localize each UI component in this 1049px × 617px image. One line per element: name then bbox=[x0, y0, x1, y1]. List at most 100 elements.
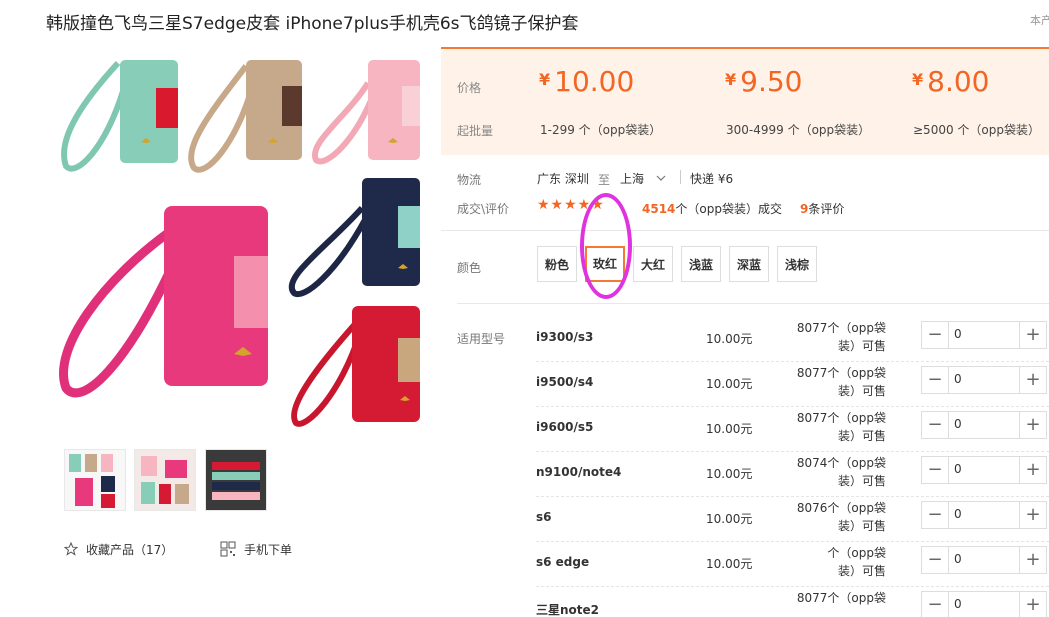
table-row: s6 10.00元 8076个（opp袋装）可售 − + bbox=[536, 497, 1049, 542]
stock-line-2: 装）可售 bbox=[837, 339, 886, 353]
stock-line-2: 装）可售 bbox=[837, 474, 886, 488]
red-case-image bbox=[291, 306, 420, 427]
review-suffix: 条评价 bbox=[808, 202, 845, 216]
quantity-stepper: − + bbox=[921, 366, 1047, 394]
khaki-case-image bbox=[188, 60, 302, 173]
price-panel: 价格 起批量 ¥10.00 ¥9.50 ¥8.00 1-299 个（opp袋装）… bbox=[441, 47, 1049, 155]
model-name: s6 bbox=[536, 510, 552, 524]
minus-button[interactable]: − bbox=[922, 592, 949, 617]
plus-button[interactable]: + bbox=[1019, 547, 1046, 573]
model-price: 10.00元 bbox=[706, 422, 753, 436]
stock-info: 8077个（opp袋装）可售 bbox=[784, 364, 886, 400]
model-price: 10.00元 bbox=[706, 332, 753, 346]
product-title: 韩版撞色飞鸟三星S7edge皮套 iPhone7plus手机壳6s飞鸽镜子保护套 bbox=[46, 14, 579, 34]
minus-button[interactable]: − bbox=[922, 457, 949, 483]
quantity-input[interactable] bbox=[952, 596, 1016, 612]
table-row: n9100/note4 10.00元 8074个（opp袋装）可售 − + bbox=[536, 452, 1049, 497]
deal-count-wrap: 4514个（opp袋装）成交 bbox=[642, 200, 782, 217]
models-label: 适用型号 bbox=[457, 332, 506, 346]
color-label: 颜色 bbox=[457, 261, 482, 275]
thumbnail-2[interactable] bbox=[134, 449, 196, 511]
mobile-order-link[interactable]: 手机下单 bbox=[220, 541, 292, 560]
minus-button[interactable]: − bbox=[922, 412, 949, 438]
divider bbox=[441, 230, 1049, 231]
stock-line-2: 装）可售 bbox=[837, 429, 886, 443]
stock-line-1: 8077个（opp袋 bbox=[796, 366, 886, 380]
stock-line-1: 8074个（opp袋 bbox=[796, 456, 886, 470]
deals-label: 成交\评价 bbox=[457, 202, 510, 216]
mobile-order-label: 手机下单 bbox=[244, 543, 293, 557]
favorite-link[interactable]: 收藏产品（17） bbox=[63, 541, 174, 559]
reviews-link[interactable]: 9条评价 bbox=[800, 200, 844, 217]
thumbnail-3[interactable] bbox=[205, 449, 267, 511]
price-label: 价格 bbox=[457, 81, 482, 95]
minus-button[interactable]: − bbox=[922, 367, 949, 393]
stock-info: 8074个（opp袋装）可售 bbox=[784, 454, 886, 490]
color-option-pink[interactable]: 粉色 bbox=[537, 246, 577, 282]
quantity-input[interactable] bbox=[952, 371, 1016, 387]
corner-text: 本产 bbox=[1030, 14, 1049, 27]
color-option-light-blue[interactable]: 浅蓝 bbox=[681, 246, 721, 282]
mint-case-image bbox=[61, 60, 178, 172]
navy-case-image bbox=[288, 178, 420, 298]
color-option-dark-blue[interactable]: 深蓝 bbox=[729, 246, 769, 282]
stock-info: 个（opp袋 装）可售 bbox=[784, 544, 886, 580]
quantity-input[interactable] bbox=[952, 326, 1016, 342]
minus-button[interactable]: − bbox=[922, 502, 949, 528]
model-price: 10.00元 bbox=[706, 512, 753, 526]
stock-line-2: 装）可售 bbox=[837, 384, 886, 398]
quantity-stepper: − + bbox=[921, 546, 1047, 574]
model-name: 三星note2 bbox=[536, 603, 600, 617]
table-row: 三星note2 8077个（opp袋 − + bbox=[536, 587, 1049, 617]
price-tier-3: ¥8.00 bbox=[912, 65, 989, 98]
color-option-light-brown[interactable]: 浅棕 bbox=[777, 246, 817, 282]
table-row: i9500/s4 10.00元 8077个（opp袋装）可售 − + bbox=[536, 362, 1049, 407]
stock-line-1: 个（opp袋 bbox=[827, 546, 886, 560]
quantity-input[interactable] bbox=[952, 551, 1016, 567]
ship-to: 上海 bbox=[620, 172, 645, 186]
model-name: i9500/s4 bbox=[536, 375, 594, 389]
model-price: 10.00元 bbox=[706, 557, 753, 571]
minus-button[interactable]: − bbox=[922, 547, 949, 573]
table-row: i9600/s5 10.00元 8077个（opp袋装）可售 − + bbox=[536, 407, 1049, 452]
tier-range-3: ≥5000 个（opp袋装） bbox=[913, 123, 1040, 137]
model-name: n9100/note4 bbox=[536, 465, 622, 479]
plus-button[interactable]: + bbox=[1019, 502, 1046, 528]
color-option-red[interactable]: 大红 bbox=[633, 246, 673, 282]
stock-info: 8077个（opp袋 装）可售 bbox=[784, 319, 886, 355]
quantity-input[interactable] bbox=[952, 461, 1016, 477]
model-price: 10.00元 bbox=[706, 377, 753, 391]
quantity-input[interactable] bbox=[952, 416, 1016, 432]
main-product-image[interactable] bbox=[46, 48, 426, 432]
divider bbox=[457, 303, 1049, 304]
ship-from: 广东 深圳 bbox=[537, 172, 589, 186]
thumbnail-1[interactable] bbox=[64, 449, 126, 511]
stock-line-1: 8077个（opp袋 bbox=[796, 411, 886, 425]
table-row: s6 edge 10.00元 个（opp袋装）可售 − + bbox=[536, 542, 1049, 587]
tier-price: 8.00 bbox=[927, 65, 990, 98]
deal-count: 4514 bbox=[642, 202, 676, 216]
plus-button[interactable]: + bbox=[1019, 457, 1046, 483]
highlight-circle-annotation bbox=[580, 193, 632, 299]
plus-button[interactable]: + bbox=[1019, 322, 1046, 348]
plus-button[interactable]: + bbox=[1019, 367, 1046, 393]
model-name: s6 edge bbox=[536, 555, 590, 569]
quantity-input[interactable] bbox=[952, 506, 1016, 522]
divider bbox=[680, 170, 681, 184]
plus-button[interactable]: + bbox=[1019, 592, 1046, 617]
minus-button[interactable]: − bbox=[922, 322, 949, 348]
destination-select[interactable]: 上海 bbox=[620, 168, 672, 188]
ship-to-word: 至 bbox=[598, 173, 611, 187]
favorite-label: 收藏产品（17） bbox=[86, 543, 174, 557]
tier-price: 9.50 bbox=[740, 65, 803, 98]
currency-symbol: ¥ bbox=[912, 70, 924, 89]
stock-line-1: 8077个（opp袋 bbox=[796, 591, 886, 605]
quantity-stepper: − + bbox=[921, 501, 1047, 529]
quantity-stepper: − + bbox=[921, 591, 1047, 617]
plus-button[interactable]: + bbox=[1019, 412, 1046, 438]
chevron-down-icon bbox=[656, 170, 666, 189]
stock-line-2: 装）可售 bbox=[837, 519, 886, 533]
price-tier-2: ¥9.50 bbox=[725, 65, 802, 98]
currency-symbol: ¥ bbox=[725, 70, 737, 89]
model-name: i9300/s3 bbox=[536, 330, 594, 344]
